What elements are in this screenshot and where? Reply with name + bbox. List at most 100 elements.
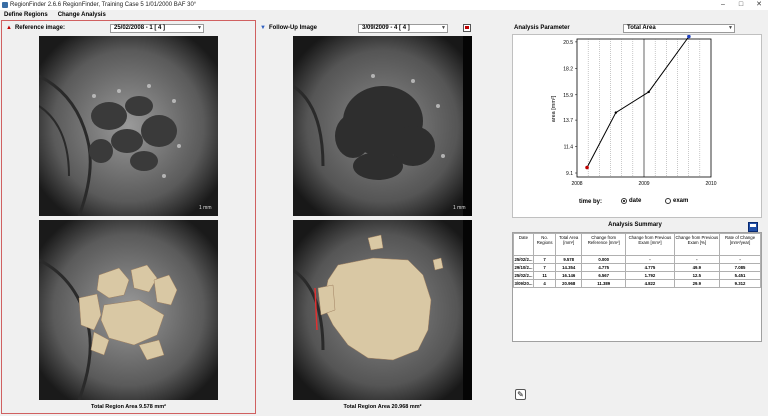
table-row[interactable]: 25/02/2... 7 9.578 0.000- - - xyxy=(513,255,761,264)
summary-col-header[interactable]: Date xyxy=(513,233,534,256)
analysis-header: Analysis Parameter xyxy=(514,22,614,34)
table-cell: 9.578 xyxy=(555,255,583,264)
tool-icon[interactable]: ✎ xyxy=(515,389,526,400)
chevron-down-icon: ▼ xyxy=(441,25,446,31)
export-icon[interactable] xyxy=(463,24,471,32)
table-cell: 29.9 xyxy=(673,279,721,288)
summary-col-header[interactable]: Change from Reference [mm²] xyxy=(581,233,627,256)
analysis-parameter-value: Total Area xyxy=(627,25,656,31)
app-icon xyxy=(2,2,8,8)
table-row[interactable]: 29/10/2... 7 14.354 4.775 4.775 49.9 7.085 xyxy=(513,263,761,272)
table-cell: 0.000 xyxy=(581,255,627,264)
radio-exam-label: exam xyxy=(673,198,689,204)
table-cell: 29/10/2... xyxy=(513,263,534,272)
table-cell: 4.775 xyxy=(625,263,675,272)
radio-unchecked-icon xyxy=(665,198,671,204)
followup-label: Follow-Up Image xyxy=(268,25,317,31)
summary-col-header[interactable]: Total Area [mm²] xyxy=(555,233,583,256)
chevron-down-icon: ▼ xyxy=(197,25,202,31)
table-cell: 11 xyxy=(532,271,557,280)
x-tick-label: 2008 xyxy=(571,181,582,187)
table-cell: 12.5 xyxy=(673,271,721,280)
y-tick-label: 13.7 xyxy=(563,118,573,124)
data-point[interactable] xyxy=(585,165,589,170)
area-chart: 9.1 11.4 13.7 15.9 18.2 20.5 2008 2009 2010 are… xyxy=(512,34,762,218)
minimize-button[interactable]: – xyxy=(714,0,732,10)
collapse-arrow-icon[interactable]: ▼ xyxy=(260,25,266,31)
table-cell: 6.567 xyxy=(581,271,627,280)
summary-title: Analysis Summary xyxy=(608,222,662,228)
table-cell: 7 xyxy=(532,263,557,272)
table-cell: 25/02/2... xyxy=(513,255,534,264)
collapse-arrow-icon[interactable]: ▲ xyxy=(6,25,12,31)
y-tick-label: 18.2 xyxy=(563,66,573,72)
window-title: RegionFinder 2.6.6 RegionFinder, Trainin… xyxy=(10,2,197,8)
table-cell: 4.775 xyxy=(581,263,627,272)
summary-col-header[interactable]: No. Regions xyxy=(532,233,557,256)
chevron-down-icon: ▼ xyxy=(728,25,733,31)
table-cell: 4 xyxy=(532,279,557,288)
title-bar: RegionFinder 2.6.6 RegionFinder, Trainin… xyxy=(0,0,768,10)
y-tick-label: 9.1 xyxy=(566,171,573,177)
y-tick-label: 15.9 xyxy=(563,93,573,99)
table-cell: - xyxy=(625,255,675,264)
reference-label: Reference image: xyxy=(14,25,65,31)
followup-image-raw[interactable]: 1 mm xyxy=(293,36,472,216)
reference-image-regions[interactable] xyxy=(39,220,218,400)
table-cell: 7 xyxy=(532,255,557,264)
chart-svg: 9.1 11.4 13.7 15.9 18.2 20.5 2008 2009 2010 are… xyxy=(551,34,717,187)
summary-col-header[interactable]: Change from Previous Exam [%] xyxy=(673,233,721,256)
table-cell: 14.354 xyxy=(555,263,583,272)
table-cell: 49.9 xyxy=(673,263,721,272)
x-tick-label: 2010 xyxy=(705,181,716,187)
reference-date-value: 25/02/2008 - 1 [ 4 ] xyxy=(114,25,166,31)
analysis-parameter-dropdown[interactable]: Total Area ▼ xyxy=(623,24,735,33)
summary-table-box: Date No. Regions Total Area [mm²] Change fr… xyxy=(512,232,762,342)
y-tick-label: 20.5 xyxy=(563,40,573,46)
summary-col-header[interactable]: Change from Previous Exam [mm²] xyxy=(625,233,675,256)
table-cell: 3/09/20... xyxy=(513,279,534,288)
radio-date[interactable]: date xyxy=(621,198,641,204)
followup-image-regions[interactable] xyxy=(293,220,472,400)
reference-date-dropdown[interactable]: 25/02/2008 - 1 [ 4 ] ▼ xyxy=(110,24,204,33)
table-cell: 16.146 xyxy=(555,271,583,280)
y-axis-label: area [mm²] xyxy=(551,95,557,122)
table-cell: 20.968 xyxy=(555,279,583,288)
x-tick-label: 2009 xyxy=(638,181,649,187)
table-cell: 5.451 xyxy=(719,271,761,280)
menu-bar: Define Regions Change Analysis xyxy=(0,10,768,20)
followup-date-value: 3/09/2009 - 4 [ 4 ] xyxy=(362,25,410,31)
data-point[interactable] xyxy=(614,111,618,114)
summary-table: Date No. Regions Total Area [mm²] Change fr… xyxy=(513,233,761,288)
table-cell: 25/02/2... xyxy=(513,271,534,280)
followup-area-caption: Total Region Area 20.968 mm² xyxy=(343,404,422,410)
analysis-parameter-label: Analysis Parameter xyxy=(514,25,570,31)
table-row[interactable]: 3/09/20... 4 20.968 11.389 4.822 29.9 9.312 xyxy=(513,279,761,288)
reference-area-caption: Total Region Area 9.578 mm² xyxy=(91,404,166,410)
time-by-label: time by: xyxy=(579,199,603,205)
data-point[interactable] xyxy=(647,90,650,94)
save-icon[interactable] xyxy=(748,222,758,232)
table-cell: - xyxy=(719,255,761,264)
followup-date-dropdown[interactable]: 3/09/2009 - 4 [ 4 ] ▼ xyxy=(358,24,448,33)
table-cell: 1.792 xyxy=(625,271,675,280)
radio-checked-icon xyxy=(621,198,627,204)
table-cell: 4.822 xyxy=(625,279,675,288)
menu-define-regions[interactable]: Define Regions xyxy=(4,12,48,18)
reference-scale: 1 mm xyxy=(199,205,212,211)
close-button[interactable]: ✕ xyxy=(750,0,768,10)
radio-exam[interactable]: exam xyxy=(665,198,688,204)
maximize-button[interactable]: □ xyxy=(732,0,750,10)
table-cell: 9.312 xyxy=(719,279,761,288)
table-row[interactable]: 25/02/2... 11 16.146 6.567 1.792 12.5 5.451 xyxy=(513,271,761,280)
followup-scale: 1 mm xyxy=(453,205,466,211)
menu-change-analysis[interactable]: Change Analysis xyxy=(58,12,106,18)
summary-col-header[interactable]: Rate of Change [mm²/year] xyxy=(719,233,761,256)
y-ticks: 9.1 11.4 13.7 15.9 18.2 20.5 xyxy=(563,40,577,177)
reference-header: ▲ Reference image: xyxy=(6,22,106,34)
x-ticks: 2008 2009 2010 xyxy=(571,181,716,187)
reference-image-raw[interactable]: 1 mm xyxy=(39,36,218,216)
table-cell: - xyxy=(673,255,721,264)
y-tick-label: 11.4 xyxy=(564,145,574,151)
table-cell: 11.389 xyxy=(581,279,627,288)
